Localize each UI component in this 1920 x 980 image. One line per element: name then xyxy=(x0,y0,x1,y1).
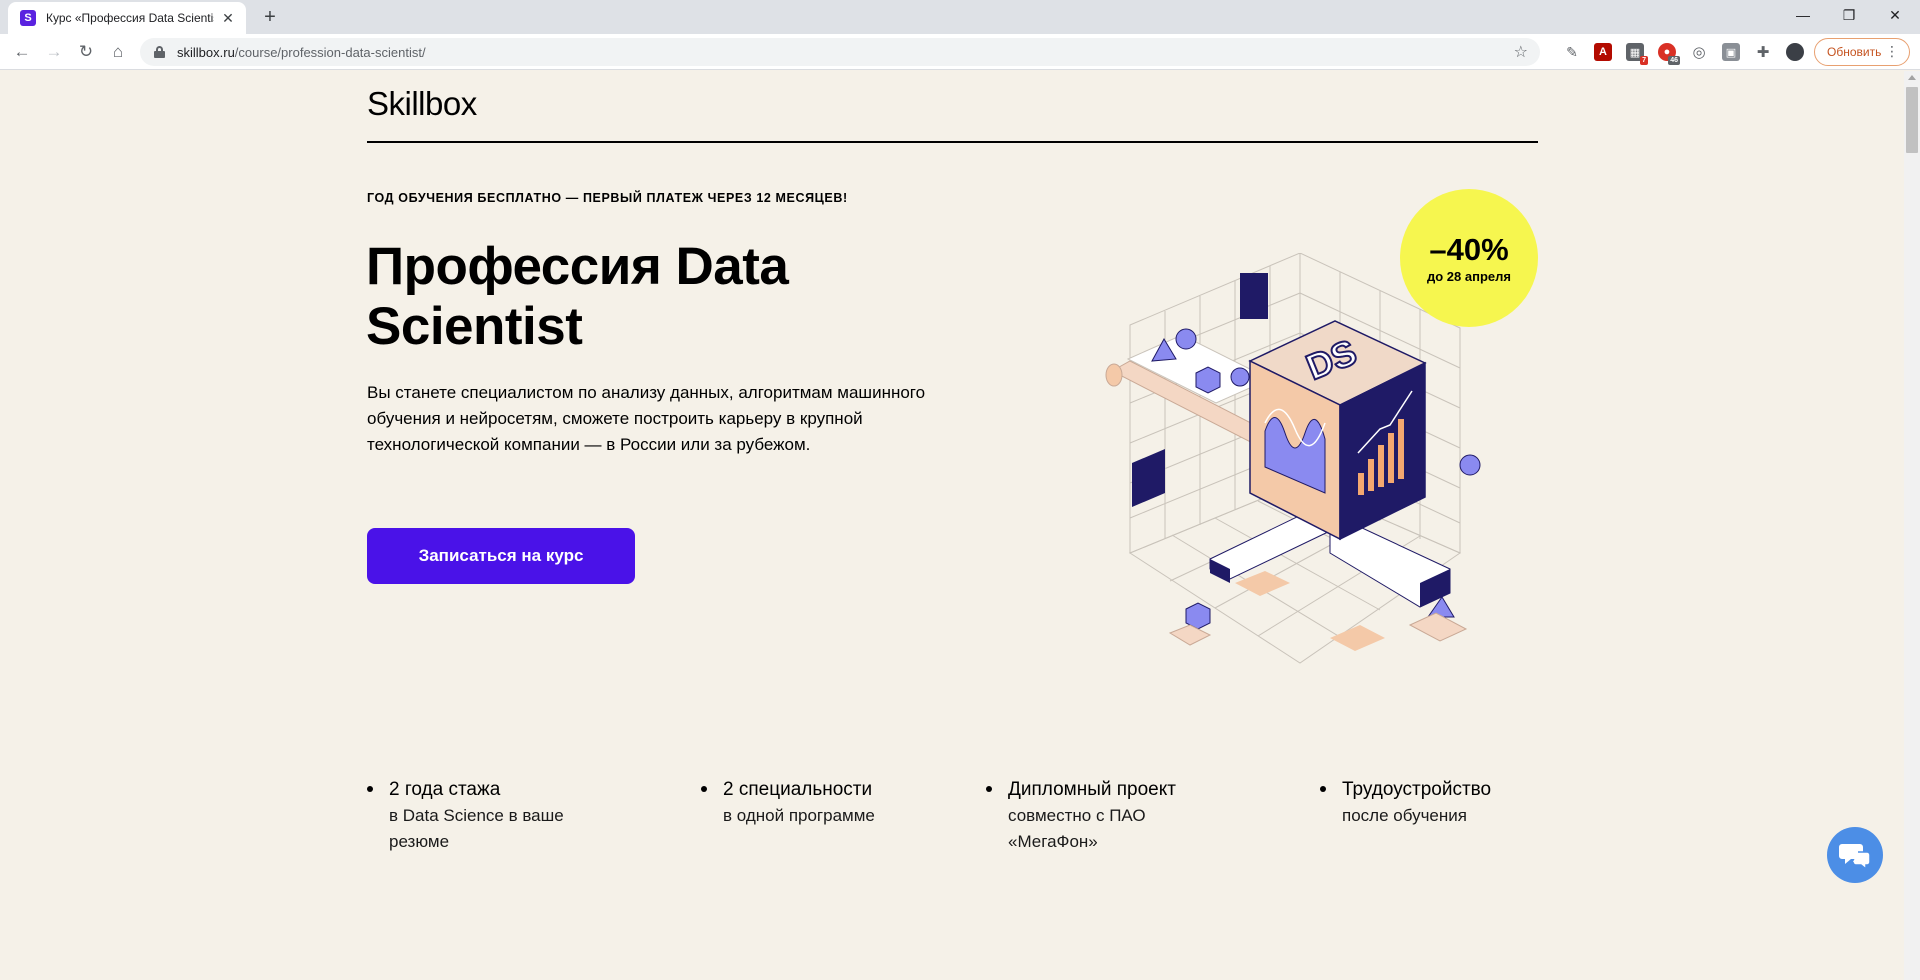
header-divider xyxy=(367,141,1538,143)
scroll-thumb[interactable] xyxy=(1906,87,1918,153)
skillbox-favicon-icon: S xyxy=(20,10,36,26)
browser-toolbar: ← → ↻ ⌂ skillbox.ru/course/profession-da… xyxy=(0,34,1920,70)
forward-icon[interactable]: → xyxy=(42,40,66,64)
close-window-icon[interactable]: ✕ xyxy=(1872,0,1918,30)
extensions-puzzle-icon[interactable]: ✚ xyxy=(1754,43,1772,61)
feature-desc: совместно с ПАО xyxy=(1008,806,1146,825)
discount-deadline: до 28 апреля xyxy=(1427,268,1511,284)
feature-desc: «МегаФон» xyxy=(1008,832,1098,851)
page-scrollbar[interactable] xyxy=(1904,71,1920,980)
chat-widget-button[interactable] xyxy=(1827,827,1883,883)
skillbox-logo[interactable]: Skillbox xyxy=(367,85,477,123)
promo-banner: ГОД ОБУЧЕНИЯ БЕСПЛАТНО — ПЕРВЫЙ ПЛАТЕЖ Ч… xyxy=(367,191,848,205)
close-tab-icon[interactable]: ✕ xyxy=(220,10,236,26)
home-icon[interactable]: ⌂ xyxy=(106,40,130,64)
bullet-icon xyxy=(986,786,992,792)
feature-desc: в Data Science в ваше xyxy=(389,806,564,825)
feature-desc: после обучения xyxy=(1342,806,1467,825)
enroll-button[interactable]: Записаться на курс xyxy=(367,528,635,584)
page-title: Профессия Data Scientist xyxy=(366,237,789,356)
address-bar[interactable]: skillbox.ru/course/profession-data-scien… xyxy=(140,38,1540,66)
profile-avatar[interactable] xyxy=(1786,43,1804,61)
eyedropper-extension-icon[interactable]: ✎ xyxy=(1563,43,1581,61)
feature-item: Трудоустройство после обучения xyxy=(1320,777,1491,829)
browser-tab[interactable]: S Курс «Профессия Data Scientist ✕ xyxy=(8,2,246,34)
bullet-icon xyxy=(367,786,373,792)
page-content: Skillbox ГОД ОБУЧЕНИЯ БЕСПЛАТНО — ПЕРВЫЙ… xyxy=(0,71,1904,980)
back-icon[interactable]: ← xyxy=(10,40,34,64)
feature-item: Дипломный проект совместно с ПАО «МегаФо… xyxy=(986,777,1176,855)
lock-icon xyxy=(154,46,165,58)
feature-title: Дипломный проект xyxy=(1008,779,1176,800)
chat-bubble-icon xyxy=(1839,844,1871,870)
bullet-icon xyxy=(1320,786,1326,792)
pdf-extension-icon[interactable]: A xyxy=(1594,43,1612,61)
bullet-icon xyxy=(701,786,707,792)
feature-item: 2 года стажа в Data Science в ваше резюм… xyxy=(367,777,564,855)
feature-title: Трудоустройство xyxy=(1342,779,1492,800)
adblock-extension-icon[interactable]: ● 46 xyxy=(1658,43,1680,65)
discount-percent: –40% xyxy=(1429,231,1509,267)
url-host: skillbox.ru xyxy=(177,44,235,60)
vpn-extension-icon[interactable]: ◎ xyxy=(1690,43,1708,61)
new-tab-button[interactable]: + xyxy=(258,5,282,29)
feature-title: 2 специальности xyxy=(723,779,873,800)
reload-icon[interactable]: ↻ xyxy=(74,40,98,64)
discount-badge: –40% до 28 апреля xyxy=(1400,189,1538,327)
feature-item: 2 специальности в одной программе xyxy=(701,777,875,829)
menu-dots-icon[interactable]: ⋮ xyxy=(1885,43,1899,60)
extension-icon[interactable]: ▦ 7 xyxy=(1626,43,1648,65)
url-path: /course/profession-data-scientist/ xyxy=(234,44,426,60)
restore-icon[interactable]: ❐ xyxy=(1826,0,1872,30)
minimize-icon[interactable]: — xyxy=(1780,0,1826,30)
bookmark-star-icon[interactable]: ☆ xyxy=(1514,42,1528,62)
screenshot-extension-icon[interactable]: ▣ xyxy=(1722,43,1740,61)
feature-title: 2 года стажа xyxy=(389,779,501,800)
feature-desc: в одной программе xyxy=(723,806,875,825)
scroll-up-icon[interactable] xyxy=(1908,75,1916,80)
tab-title: Курс «Профессия Data Scientist xyxy=(46,11,214,25)
update-browser-button[interactable]: Обновить ⋮ xyxy=(1814,38,1910,66)
feature-desc: резюме xyxy=(389,832,450,851)
course-description: Вы станете специалистом по анализу данны… xyxy=(367,383,926,454)
tab-strip: S Курс «Профессия Data Scientist ✕ + — ❐… xyxy=(0,0,1920,34)
